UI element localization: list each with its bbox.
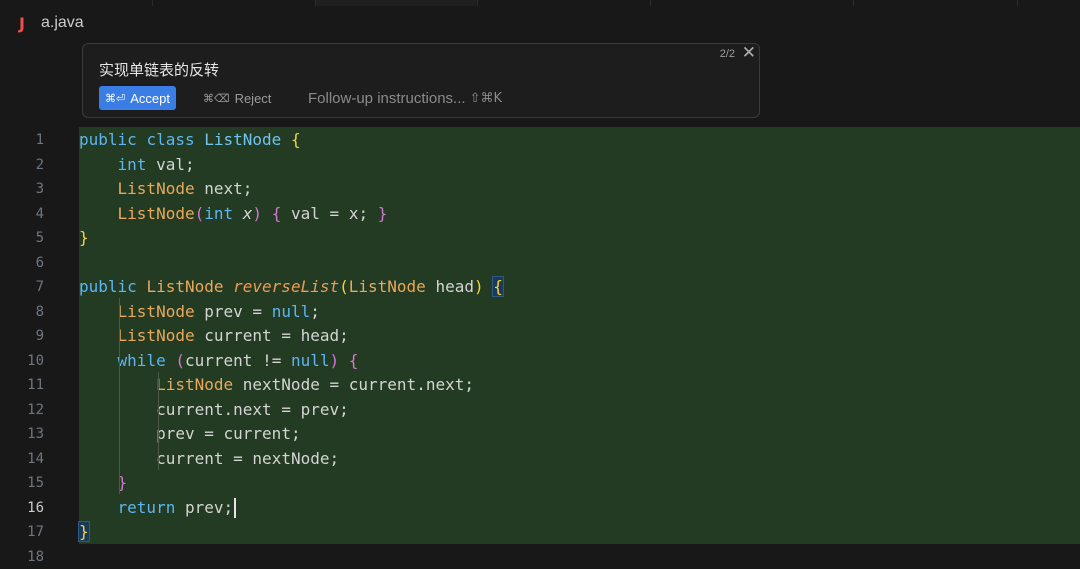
code-line[interactable]: 3 ListNode next; bbox=[0, 177, 1080, 202]
line-number: 2 bbox=[0, 153, 44, 178]
code-text[interactable]: ListNode prev = null; bbox=[79, 300, 320, 325]
accept-shortcut: ⌘⏎ bbox=[105, 92, 125, 105]
tab-strip bbox=[0, 0, 1080, 6]
line-number: 11 bbox=[0, 373, 44, 398]
line-number: 17 bbox=[0, 520, 44, 545]
text-cursor bbox=[234, 498, 236, 518]
reject-label: Reject bbox=[235, 91, 272, 106]
code-line[interactable]: 10 while (current != null) { bbox=[0, 349, 1080, 374]
line-number: 8 bbox=[0, 300, 44, 325]
tab-divider bbox=[152, 0, 153, 6]
line-number: 13 bbox=[0, 422, 44, 447]
line-number: 1 bbox=[0, 128, 44, 153]
code-text[interactable]: public ListNode reverseList(ListNode hea… bbox=[79, 275, 503, 300]
line-number: 18 bbox=[0, 545, 44, 569]
followup-shortcut: ⇧⌘K bbox=[470, 91, 502, 106]
line-number: 14 bbox=[0, 447, 44, 472]
tab-divider bbox=[650, 0, 651, 6]
close-icon[interactable]: ✕ bbox=[742, 43, 756, 63]
code-line[interactable]: 1 public class ListNode { bbox=[0, 128, 1080, 153]
tab-divider bbox=[315, 0, 316, 6]
code-line[interactable]: 13 prev = current; bbox=[0, 422, 1080, 447]
code-text[interactable]: public class ListNode { bbox=[79, 128, 301, 153]
code-line[interactable]: 2 int val; bbox=[0, 153, 1080, 178]
code-line[interactable]: 11 ListNode nextNode = current.next; bbox=[0, 373, 1080, 398]
code-line[interactable]: 18 bbox=[0, 545, 1080, 569]
followup-placeholder: Follow-up instructions... bbox=[308, 90, 466, 107]
line-number: 7 bbox=[0, 275, 44, 300]
code-text[interactable]: while (current != null) { bbox=[79, 349, 358, 374]
accept-label: Accept bbox=[130, 91, 170, 106]
reject-shortcut: ⌘⌫ bbox=[203, 92, 230, 105]
code-text[interactable]: } bbox=[79, 226, 89, 251]
code-editor[interactable]: 1public class ListNode {2 int val;3 List… bbox=[0, 127, 1080, 554]
tab-divider bbox=[1017, 0, 1018, 6]
indent-guide bbox=[119, 298, 120, 494]
line-number: 5 bbox=[0, 226, 44, 251]
line-number: 16 bbox=[0, 496, 44, 521]
code-line[interactable]: 14 current = nextNode; bbox=[0, 447, 1080, 472]
code-line[interactable]: 9 ListNode current = head; bbox=[0, 324, 1080, 349]
code-line[interactable]: 16 return prev; bbox=[0, 496, 1080, 521]
code-text[interactable]: ListNode next; bbox=[79, 177, 252, 202]
java-file-icon: J bbox=[19, 14, 41, 33]
code-line[interactable]: 7 public ListNode reverseList(ListNode he… bbox=[0, 275, 1080, 300]
indent-guide bbox=[158, 372, 159, 470]
line-number: 6 bbox=[0, 251, 44, 276]
line-number: 3 bbox=[0, 177, 44, 202]
tab-divider bbox=[477, 0, 478, 6]
accept-button[interactable]: ⌘⏎ Accept bbox=[99, 86, 176, 110]
code-line[interactable]: 8 ListNode prev = null; bbox=[0, 300, 1080, 325]
tab-divider bbox=[853, 0, 854, 6]
line-number: 9 bbox=[0, 324, 44, 349]
active-tab[interactable] bbox=[316, 0, 476, 6]
code-text[interactable]: int val; bbox=[79, 153, 195, 178]
code-line[interactable]: 17} bbox=[0, 520, 1080, 545]
breadcrumb-file-name[interactable]: a.java bbox=[41, 14, 84, 32]
line-number: 12 bbox=[0, 398, 44, 423]
code-line[interactable]: 12 current.next = prev; bbox=[0, 398, 1080, 423]
code-line[interactable]: 6 bbox=[0, 251, 1080, 276]
line-number: 10 bbox=[0, 349, 44, 374]
code-text[interactable]: ListNode nextNode = current.next; bbox=[79, 373, 474, 398]
code-text[interactable]: ListNode(int x) { val = x; } bbox=[79, 202, 387, 227]
reject-button[interactable]: ⌘⌫ Reject bbox=[203, 86, 271, 110]
code-line[interactable]: 5} bbox=[0, 226, 1080, 251]
code-line[interactable]: 15 } bbox=[0, 471, 1080, 496]
inline-edit-widget: 实现单链表的反转 2/2 ✕ ⌘⏎ Accept ⌘⌫ Reject Follo… bbox=[82, 43, 760, 118]
code-line[interactable]: 4 ListNode(int x) { val = x; } bbox=[0, 202, 1080, 227]
line-number: 4 bbox=[0, 202, 44, 227]
suggestion-counter: 2/2 bbox=[720, 48, 735, 60]
inline-edit-prompt[interactable]: 实现单链表的反转 bbox=[99, 59, 219, 80]
code-text[interactable]: } bbox=[79, 520, 89, 545]
followup-input[interactable]: Follow-up instructions... ⇧⌘K bbox=[308, 86, 502, 110]
breadcrumb[interactable]: J a.java bbox=[19, 12, 84, 34]
code-text[interactable]: prev = current; bbox=[79, 422, 301, 447]
code-text[interactable]: return prev; bbox=[79, 496, 233, 521]
line-number: 15 bbox=[0, 471, 44, 496]
